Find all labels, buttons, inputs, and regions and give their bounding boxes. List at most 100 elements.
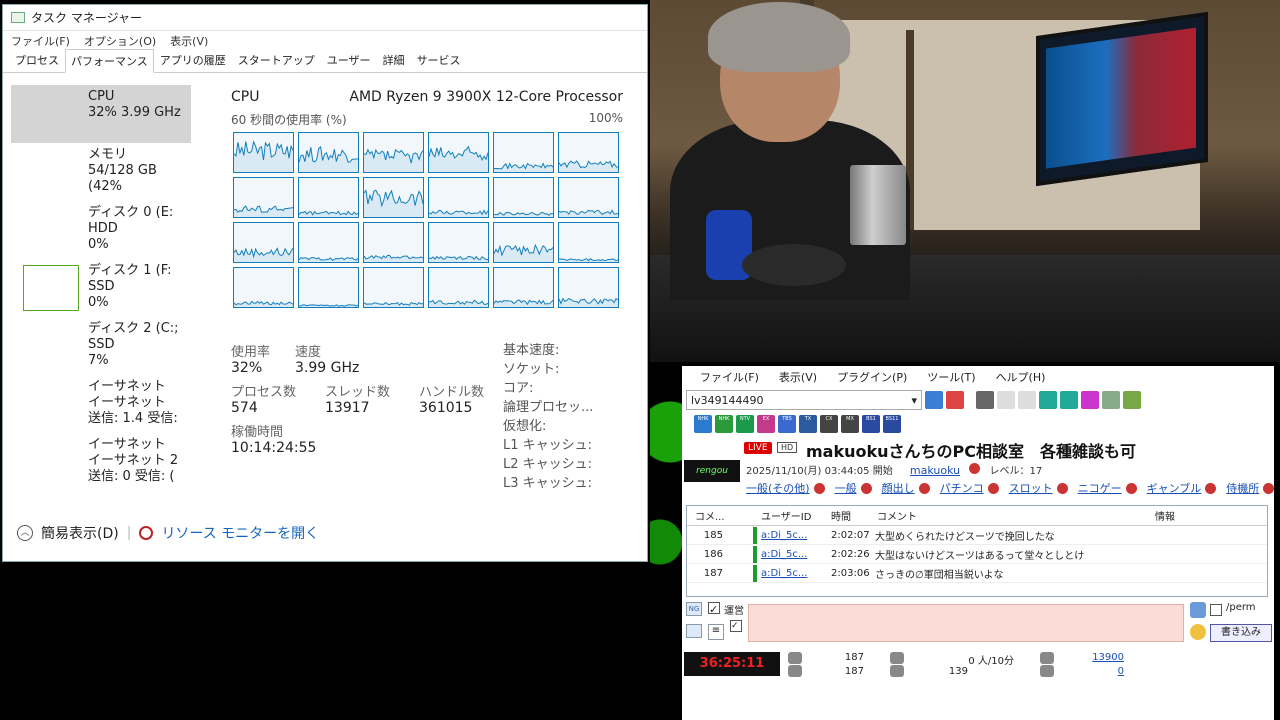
viewer-toolbar: lv349144490 ▾ — [682, 388, 1274, 412]
tag-remove-icon[interactable] — [1125, 482, 1137, 494]
sidebar-item-ethernet2[interactable]: イーサネット イーサネット 2 送信: 0 受信: ( — [11, 433, 191, 491]
pen-icon[interactable] — [1190, 602, 1206, 618]
col-comment[interactable]: コメント — [871, 508, 1151, 523]
tag-link-2[interactable]: 顔出し — [882, 480, 915, 496]
plugin-icon[interactable] — [1102, 391, 1120, 409]
tag-remove-icon[interactable] — [813, 482, 825, 494]
sidebar-item-cpu[interactable]: CPU 32% 3.99 GHz — [11, 85, 191, 143]
live-meta: 2025/11/10(月) 03:44:05 開始 makuoku レベル：17 — [746, 462, 1042, 477]
col-time[interactable]: 時間 — [831, 508, 871, 523]
table-row[interactable]: 185 a:Di_5c... 2:02:07 大型めくられたけどスーツで挽回したな — [687, 526, 1267, 545]
sidebar-item-disk2[interactable]: ディスク 2 (C:; SSD 7% — [11, 317, 191, 375]
tag-link-6[interactable]: ギャンブル — [1147, 480, 1202, 496]
channel-button-4[interactable]: TBS — [778, 415, 796, 433]
channel-button-9[interactable]: BS11 — [883, 415, 901, 433]
tag-remove-icon[interactable] — [1205, 482, 1217, 494]
disconnect-icon[interactable] — [946, 391, 964, 409]
viewer-menu-view[interactable]: 表示(V) — [779, 369, 817, 385]
gear-icon[interactable] — [1123, 391, 1141, 409]
tab-services[interactable]: サービス — [411, 48, 467, 72]
point-link[interactable]: 13900 — [1084, 652, 1124, 663]
tag-link-7[interactable]: 侍機所 — [1226, 480, 1259, 496]
open-resource-monitor-link[interactable]: リソース モニターを開く — [161, 523, 319, 543]
tag-remove-icon[interactable] — [1056, 482, 1068, 494]
mc-button-icon[interactable] — [686, 624, 702, 638]
live-id-combobox[interactable]: lv349144490 ▾ — [686, 390, 922, 410]
emoji-icon[interactable] — [1190, 624, 1206, 640]
tag-link-0[interactable]: 一般(その他) — [746, 480, 810, 496]
post-comment-button[interactable]: 書き込み — [1210, 624, 1272, 642]
tab-processes[interactable]: プロセス — [9, 48, 65, 72]
viewer-icon — [890, 665, 904, 677]
channel-button-8[interactable]: BS1 — [862, 415, 880, 433]
gift-link[interactable]: 0 — [1084, 666, 1124, 677]
channel-button-3[interactable]: EX — [757, 415, 775, 433]
viewer-menu-tools[interactable]: ツール(T) — [927, 369, 975, 385]
sidebar-item-ethernet1[interactable]: イーサネット イーサネット 送信: 1.4 受信: — [11, 375, 191, 433]
broadcaster-link[interactable]: makuoku — [910, 464, 960, 477]
comment-input[interactable] — [748, 604, 1184, 642]
tag-link-5[interactable]: ニコゲー — [1078, 480, 1122, 496]
comment-user-id[interactable]: a:Di_5c... — [757, 530, 831, 541]
list-icon[interactable]: ≡ — [708, 624, 724, 640]
viewers-per-10min: 0 人/10分 — [968, 656, 1014, 667]
tag-remove-icon[interactable] — [860, 482, 872, 494]
col-info[interactable]: 情報 — [1151, 508, 1201, 523]
connect-icon[interactable] — [925, 391, 943, 409]
sidebar-item-memory[interactable]: メモリ 54/128 GB (42% — [11, 143, 191, 201]
core-graph-11 — [558, 177, 619, 218]
channel-button-2[interactable]: NTV — [736, 415, 754, 433]
viewer-menu-file[interactable]: ファイル(F) — [700, 369, 759, 385]
tag-remove-icon[interactable] — [987, 482, 999, 494]
channel-button-0[interactable]: NHK — [694, 415, 712, 433]
col-number[interactable]: コメ... — [687, 508, 753, 523]
tab-app-history[interactable]: アプリの履歴 — [154, 48, 232, 72]
download-icon[interactable] — [1039, 391, 1057, 409]
disabled-icon[interactable] — [997, 391, 1015, 409]
tag-remove-icon[interactable] — [918, 482, 930, 494]
ng-button[interactable]: NG — [686, 602, 702, 616]
tag-link-1[interactable]: 一般 — [835, 480, 857, 496]
menu-file[interactable]: ファイル(F) — [11, 33, 70, 49]
disabled-icon[interactable] — [1018, 391, 1036, 409]
perm-checkbox[interactable] — [1210, 604, 1222, 616]
speed-value: 3.99 GHz — [295, 360, 360, 376]
unei-checkbox[interactable]: ✓ — [708, 602, 720, 616]
core-graph-9 — [428, 177, 489, 218]
comment-time: 2:02:26 — [831, 548, 870, 560]
table-row[interactable]: 186 a:Di_5c... 2:02:26 大型はないけどスーツはあるって堂々としと… — [687, 545, 1267, 564]
menu-options[interactable]: オプション(O) — [84, 33, 156, 49]
channel-button-1[interactable]: NHK — [715, 415, 733, 433]
table-row[interactable]: 187 a:Di_5c... 2:03:06 さっきの∅軍団相当鋭いよな — [687, 564, 1267, 583]
tab-details[interactable]: 詳細 — [377, 48, 411, 72]
comment-count: 187 — [844, 652, 864, 663]
comment-user-id[interactable]: a:Di_5c... — [757, 549, 831, 560]
tag-link-4[interactable]: スロット — [1009, 480, 1053, 496]
chevron-up-icon[interactable]: ︿ — [17, 525, 33, 541]
tag-link-3[interactable]: パチンコ — [940, 480, 984, 496]
usage-stat: 使用率 32% — [231, 341, 270, 376]
viewer-menu-plugin[interactable]: プラグイン(P) — [837, 369, 907, 385]
tab-startup[interactable]: スタートアップ — [232, 48, 321, 72]
cpu-panel: CPU AMD Ryzen 9 3900X 12-Core Processor … — [231, 89, 623, 491]
tag-remove-icon[interactable] — [1263, 482, 1275, 494]
search-icon[interactable] — [1081, 391, 1099, 409]
comment-user-id[interactable]: a:Di_5c... — [757, 568, 831, 579]
tab-users[interactable]: ユーザー — [321, 48, 377, 72]
title-bar[interactable]: タスク マネージャー — [3, 5, 647, 31]
channel-button-6[interactable]: CX — [820, 415, 838, 433]
tab-performance[interactable]: パフォーマンス — [65, 49, 154, 73]
col-userid[interactable]: ユーザーID — [753, 508, 831, 523]
sidebar-item-type: イーサネット — [88, 395, 166, 410]
history-icon[interactable] — [976, 391, 994, 409]
anonymous-checkbox[interactable]: ✓ — [730, 620, 742, 632]
channel-button-7[interactable]: MX — [841, 415, 859, 433]
sidebar-item-disk0[interactable]: ディスク 0 (E: HDD 0% — [11, 201, 191, 259]
viewer-menu-help[interactable]: ヘルプ(H) — [996, 369, 1046, 385]
menu-view[interactable]: 表示(V) — [170, 33, 208, 49]
sidebar-item-disk1[interactable]: ディスク 1 (F: SSD 0% — [11, 259, 191, 317]
user-icon[interactable] — [1060, 391, 1078, 409]
remove-icon[interactable] — [969, 463, 981, 474]
fewer-details-button[interactable]: 簡易表示(D) — [41, 523, 119, 543]
channel-button-5[interactable]: TX — [799, 415, 817, 433]
